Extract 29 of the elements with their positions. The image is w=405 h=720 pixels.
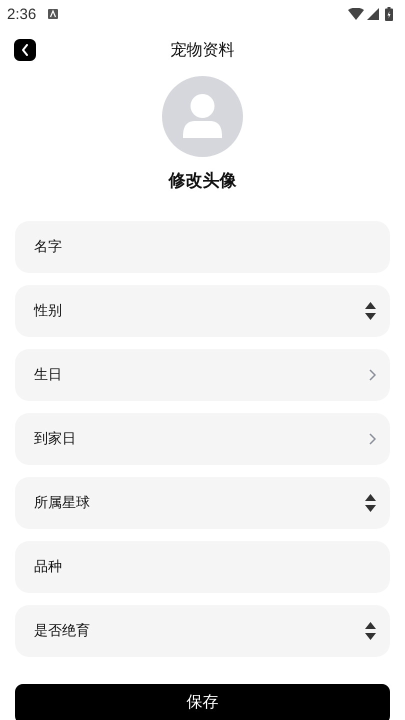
field-label: 生日 [34, 366, 63, 384]
sort-arrows-icon [365, 494, 376, 512]
notification-icon [48, 9, 58, 19]
select-field[interactable]: 是否绝育 [15, 605, 390, 657]
field-label: 品种 [34, 558, 63, 576]
back-button[interactable] [14, 39, 36, 61]
back-icon [21, 44, 29, 56]
field-label: 名字 [34, 238, 63, 256]
change-avatar-link[interactable]: 修改头像 [168, 169, 236, 192]
clock-time: 2:36 [7, 6, 36, 22]
chevron-right-icon [369, 433, 376, 445]
field-label: 是否绝育 [34, 622, 91, 640]
select-field[interactable]: 所属星球 [15, 477, 390, 529]
date-field[interactable]: 生日 [15, 349, 390, 401]
wifi-icon [348, 8, 364, 20]
field-label: 到家日 [34, 430, 77, 448]
select-field[interactable]: 性别 [15, 285, 390, 337]
save-button[interactable]: 保存 [15, 684, 390, 720]
page-title: 宠物资料 [170, 40, 236, 60]
sort-arrows-icon [365, 302, 376, 320]
sort-arrows-icon [365, 622, 376, 640]
name-field[interactable]: 品种 [15, 541, 390, 593]
signal-icon [367, 8, 379, 20]
chevron-right-icon [369, 369, 376, 381]
date-field[interactable]: 到家日 [15, 413, 390, 465]
field-label: 所属星球 [34, 494, 91, 512]
field-label: 性别 [34, 302, 63, 320]
battery-icon [385, 7, 393, 21]
name-field[interactable]: 名字 [15, 221, 390, 273]
